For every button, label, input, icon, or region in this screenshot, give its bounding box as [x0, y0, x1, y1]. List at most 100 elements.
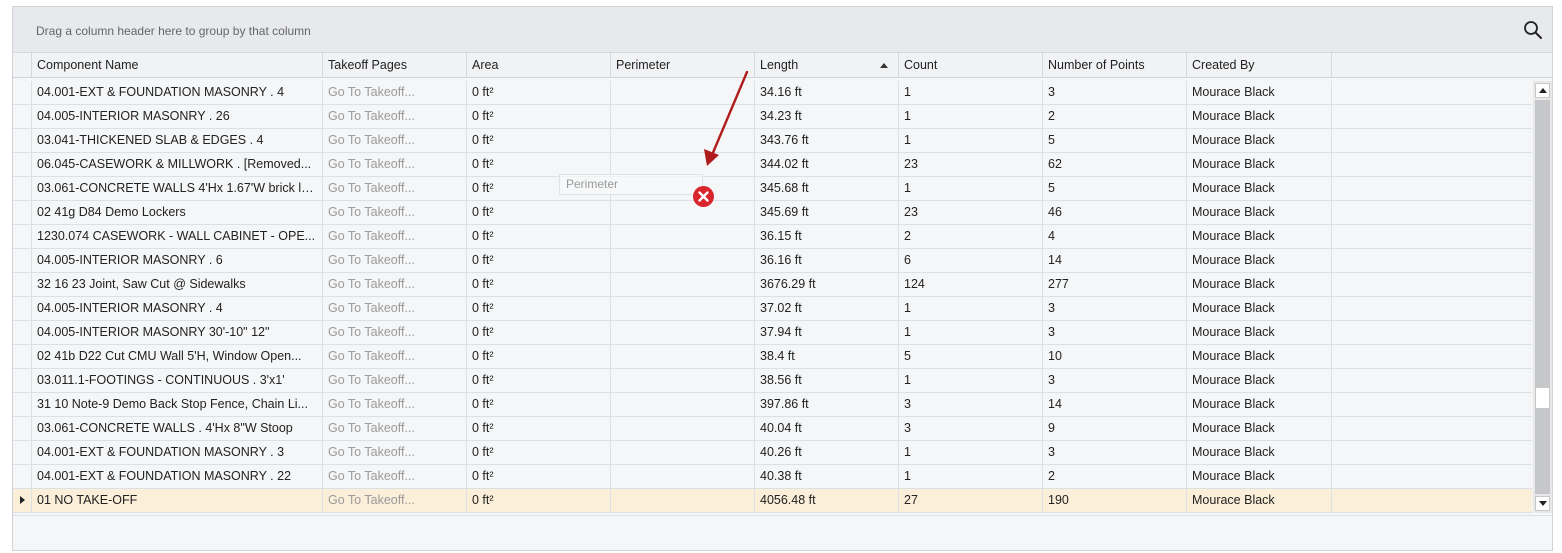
cell-length[interactable]: 343.76 ft: [755, 129, 899, 152]
cell-created-by[interactable]: Mourace Black: [1187, 153, 1332, 176]
cell-count[interactable]: 5: [899, 345, 1043, 368]
cell-perimeter[interactable]: [611, 369, 755, 392]
cell-number-of-points[interactable]: 9: [1043, 417, 1187, 440]
cell-component-name[interactable]: 02 41g D84 Demo Lockers: [32, 201, 323, 224]
cell-takeoff-pages-link[interactable]: Go To Takeoff...: [323, 105, 467, 128]
cell-perimeter[interactable]: [611, 225, 755, 248]
cell-length[interactable]: 345.68 ft: [755, 177, 899, 200]
column-header-length[interactable]: Length: [755, 53, 899, 78]
cell-number-of-points[interactable]: 14: [1043, 249, 1187, 272]
cell-component-name[interactable]: 03.061-CONCRETE WALLS 4'Hx 1.67'W brick …: [32, 177, 323, 200]
cell-count[interactable]: 23: [899, 153, 1043, 176]
table-row[interactable]: 1230.074 CASEWORK - WALL CABINET - OPE..…: [13, 225, 1532, 249]
table-row[interactable]: 03.061-CONCRETE WALLS . 4'Hx 8"W Stoop Go…: [13, 417, 1532, 441]
cell-number-of-points[interactable]: 3: [1043, 369, 1187, 392]
table-row[interactable]: 04.005-INTERIOR MASONRY 30'-10" 12" Go To…: [13, 321, 1532, 345]
cell-count[interactable]: 1: [899, 129, 1043, 152]
row-indicator[interactable]: [13, 105, 32, 128]
cell-length[interactable]: 40.38 ft: [755, 465, 899, 488]
cell-length[interactable]: 344.02 ft: [755, 153, 899, 176]
cell-created-by[interactable]: Mourace Black: [1187, 273, 1332, 296]
cell-perimeter[interactable]: [611, 105, 755, 128]
cell-number-of-points[interactable]: 277: [1043, 273, 1187, 296]
row-indicator[interactable]: [13, 465, 32, 488]
cell-component-name[interactable]: 03.061-CONCRETE WALLS . 4'Hx 8"W Stoop: [32, 417, 323, 440]
cell-count[interactable]: 1: [899, 177, 1043, 200]
cell-count[interactable]: 1: [899, 81, 1043, 104]
cell-length[interactable]: 40.26 ft: [755, 441, 899, 464]
cell-count[interactable]: 1: [899, 441, 1043, 464]
cell-takeoff-pages-link[interactable]: Go To Takeoff...: [323, 489, 467, 512]
cell-component-name[interactable]: 06.045-CASEWORK & MILLWORK . [Removed...: [32, 153, 323, 176]
cell-length[interactable]: 37.02 ft: [755, 297, 899, 320]
cell-takeoff-pages-link[interactable]: Go To Takeoff...: [323, 249, 467, 272]
cell-length[interactable]: 37.94 ft: [755, 321, 899, 344]
cell-number-of-points[interactable]: 62: [1043, 153, 1187, 176]
cell-takeoff-pages-link[interactable]: Go To Takeoff...: [323, 393, 467, 416]
cell-created-by[interactable]: Mourace Black: [1187, 105, 1332, 128]
cell-number-of-points[interactable]: 190: [1043, 489, 1187, 512]
cell-area[interactable]: 0 ft²: [467, 417, 611, 440]
cell-number-of-points[interactable]: 2: [1043, 465, 1187, 488]
cell-perimeter[interactable]: [611, 153, 755, 176]
cell-created-by[interactable]: Mourace Black: [1187, 81, 1332, 104]
cell-count[interactable]: 3: [899, 393, 1043, 416]
cell-created-by[interactable]: Mourace Black: [1187, 441, 1332, 464]
cell-area[interactable]: 0 ft²: [467, 225, 611, 248]
cell-perimeter[interactable]: [611, 345, 755, 368]
cell-perimeter[interactable]: [611, 273, 755, 296]
cell-takeoff-pages-link[interactable]: Go To Takeoff...: [323, 465, 467, 488]
cell-number-of-points[interactable]: 10: [1043, 345, 1187, 368]
cell-number-of-points[interactable]: 3: [1043, 81, 1187, 104]
cell-length[interactable]: 34.16 ft: [755, 81, 899, 104]
cell-count[interactable]: 23: [899, 201, 1043, 224]
cell-length[interactable]: 4056.48 ft: [755, 489, 899, 512]
cell-perimeter[interactable]: [611, 393, 755, 416]
column-header-count[interactable]: Count: [899, 53, 1043, 78]
scroll-up-button[interactable]: [1535, 83, 1550, 98]
table-row[interactable]: 04.005-INTERIOR MASONRY . 4 Go To Takeoff…: [13, 297, 1532, 321]
row-indicator[interactable]: [13, 393, 32, 416]
row-indicator[interactable]: [13, 489, 32, 512]
cell-count[interactable]: 1: [899, 369, 1043, 392]
cell-length[interactable]: 36.16 ft: [755, 249, 899, 272]
table-row[interactable]: 04.005-INTERIOR MASONRY . 26 Go To Takeof…: [13, 105, 1532, 129]
cell-count[interactable]: 124: [899, 273, 1043, 296]
row-indicator[interactable]: [13, 153, 32, 176]
cell-area[interactable]: 0 ft²: [467, 273, 611, 296]
group-by-panel[interactable]: Drag a column header here to group by th…: [13, 7, 1552, 53]
cell-perimeter[interactable]: [611, 489, 755, 512]
cell-created-by[interactable]: Mourace Black: [1187, 417, 1332, 440]
cell-area[interactable]: 0 ft²: [467, 393, 611, 416]
cell-count[interactable]: 27: [899, 489, 1043, 512]
cell-perimeter[interactable]: [611, 129, 755, 152]
cell-number-of-points[interactable]: 5: [1043, 129, 1187, 152]
column-header-created-by[interactable]: Created By: [1187, 53, 1332, 78]
row-indicator[interactable]: [13, 441, 32, 464]
cell-component-name[interactable]: 04.001-EXT & FOUNDATION MASONRY . 4: [32, 81, 323, 104]
cell-perimeter[interactable]: [611, 441, 755, 464]
cell-number-of-points[interactable]: 2: [1043, 105, 1187, 128]
cell-area[interactable]: 0 ft²: [467, 297, 611, 320]
table-row[interactable]: 02 41g D84 Demo Lockers Go To Takeoff... 0…: [13, 201, 1532, 225]
cell-count[interactable]: 1: [899, 465, 1043, 488]
cell-created-by[interactable]: Mourace Black: [1187, 201, 1332, 224]
row-indicator[interactable]: [13, 81, 32, 104]
cell-length[interactable]: 3676.29 ft: [755, 273, 899, 296]
cell-count[interactable]: 1: [899, 297, 1043, 320]
cell-perimeter[interactable]: [611, 249, 755, 272]
cell-perimeter[interactable]: [611, 297, 755, 320]
column-header-area[interactable]: Area: [467, 53, 611, 78]
cell-number-of-points[interactable]: 5: [1043, 177, 1187, 200]
cell-area[interactable]: 0 ft²: [467, 489, 611, 512]
scrollbar-thumb[interactable]: [1535, 387, 1550, 409]
row-indicator[interactable]: [13, 177, 32, 200]
cell-created-by[interactable]: Mourace Black: [1187, 321, 1332, 344]
cell-length[interactable]: 38.4 ft: [755, 345, 899, 368]
column-header-component-name[interactable]: Component Name: [32, 53, 323, 78]
cell-component-name[interactable]: 32 16 23 Joint, Saw Cut @ Sidewalks: [32, 273, 323, 296]
cell-component-name[interactable]: 04.005-INTERIOR MASONRY . 26: [32, 105, 323, 128]
row-indicator[interactable]: [13, 321, 32, 344]
cell-component-name[interactable]: 04.001-EXT & FOUNDATION MASONRY . 3: [32, 441, 323, 464]
cell-area[interactable]: 0 ft²: [467, 441, 611, 464]
